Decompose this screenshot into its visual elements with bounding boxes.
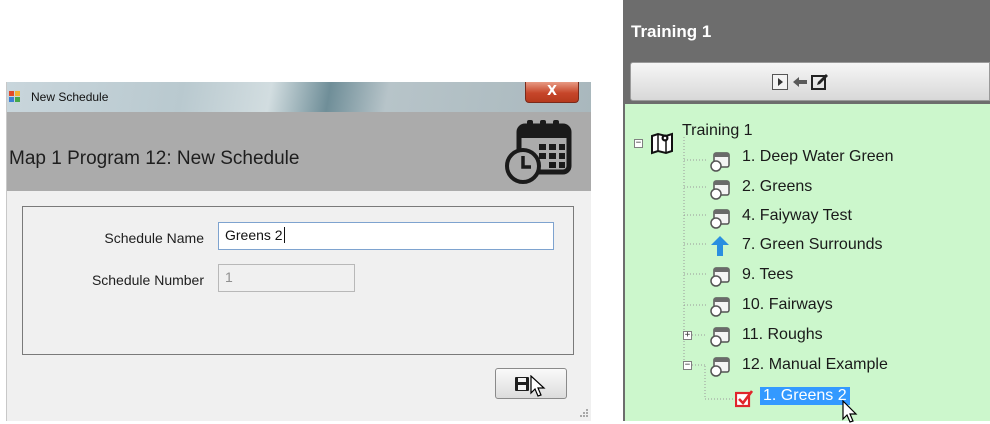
tree-item-7[interactable]: 11. Roughs (742, 326, 823, 344)
play-icon[interactable] (772, 74, 788, 90)
calendar-clock-icon (505, 120, 572, 184)
schedule-number-label: Schedule Number (91, 272, 204, 288)
tree-item-8[interactable]: 12. Manual Example (742, 356, 888, 374)
tree-item-6[interactable]: 10. Fairways (742, 296, 833, 314)
dialog-titlebar[interactable]: New Schedule X (7, 82, 591, 112)
tree-item-5[interactable]: 9. Tees (742, 266, 793, 284)
dialog-header: Map 1 Program 12: New Schedule (7, 112, 591, 191)
edit-icon[interactable] (811, 73, 829, 91)
root-collapse-button[interactable]: − (634, 139, 643, 148)
tree-item-4[interactable]: 7. Green Surrounds (742, 236, 883, 254)
schedule-number-value: 1 (225, 269, 233, 285)
map-icon (651, 132, 673, 155)
close-button[interactable]: X (525, 82, 579, 103)
schedule-name-input[interactable]: Greens 2 (218, 222, 554, 250)
schedule-icon (710, 267, 730, 287)
schedule-tree: − Training 1 1. Deep Water Green 2. Gree… (625, 104, 990, 423)
save-icon (515, 377, 529, 391)
dialog-title: New Schedule (31, 90, 109, 104)
schedule-icon (710, 327, 730, 347)
arrow-left-icon[interactable] (793, 76, 807, 88)
save-button[interactable] (495, 368, 567, 399)
schedule-number-input: 1 (218, 264, 355, 292)
tree-item-2[interactable]: 2. Greens (742, 178, 812, 196)
mouse-cursor-icon (842, 400, 858, 423)
schedule-name-value: Greens 2 (225, 227, 283, 243)
arrow-up-icon (711, 236, 729, 256)
program-panel: Training 1 − Training 1 1. Deep Water Gr… (623, 0, 990, 423)
schedule-name-label: Schedule Name (104, 230, 204, 246)
app-icon (9, 91, 20, 102)
schedule-icon (710, 180, 730, 200)
tree-item-1[interactable]: 1. Deep Water Green (742, 148, 893, 166)
new-schedule-dialog: New Schedule X Map 1 Program 12: New Sch… (6, 82, 591, 421)
mouse-cursor-icon (530, 375, 546, 397)
schedule-icon (710, 209, 730, 229)
schedule-icon (710, 152, 730, 172)
panel-title: Training 1 (631, 22, 712, 41)
tree-selected-item[interactable]: 1. Greens 2 (760, 387, 850, 405)
resize-grip-icon[interactable] (577, 408, 589, 420)
schedule-icon (710, 357, 730, 377)
tree-item-3[interactable]: 4. Faiyway Test (742, 207, 852, 225)
dialog-header-title: Map 1 Program 12: New Schedule (9, 148, 300, 169)
expand-button[interactable]: + (683, 331, 692, 340)
panel-toolbar (630, 62, 990, 101)
tree-root-label[interactable]: Training 1 (682, 122, 753, 140)
schedule-icon (710, 297, 730, 317)
checked-schedule-icon (735, 390, 753, 408)
collapse-button[interactable]: − (683, 361, 692, 370)
